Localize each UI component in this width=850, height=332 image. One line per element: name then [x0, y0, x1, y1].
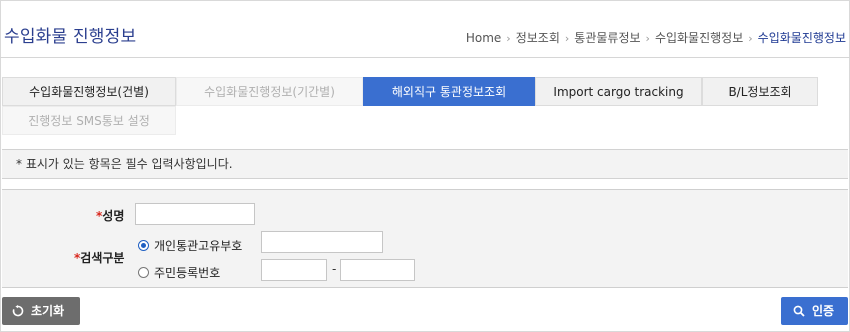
chevron-right-icon: › [748, 32, 753, 45]
tab-import-cargo-by-period[interactable]: 수입화물진행정보(기간별) [176, 77, 363, 106]
breadcrumb: Home › 정보조회 › 통관물류정보 › 수입화물진행정보 › 수입화물진행정보 [466, 29, 846, 46]
name-label: *성명 [96, 209, 125, 223]
resident-number-back-input[interactable] [340, 259, 415, 281]
chevron-right-icon: › [564, 32, 570, 45]
breadcrumb-item[interactable]: 통관물류정보 [574, 31, 640, 45]
breadcrumb-item[interactable]: 수입화물진행정보 [655, 31, 743, 45]
chevron-right-icon: › [506, 32, 511, 45]
resident-number-front-input[interactable] [261, 259, 327, 281]
breadcrumb-item[interactable]: 정보조회 [516, 31, 560, 45]
search-type-label: *검색구분 [74, 251, 125, 265]
customs-code-input[interactable] [261, 231, 383, 253]
search-icon [793, 305, 805, 317]
required-notice: * 표시가 있는 항목은 필수 입력사항입니다. [2, 149, 848, 179]
resident-number-separator: - [332, 262, 337, 276]
radio-checked-icon[interactable] [138, 240, 149, 251]
radio-unchecked-icon[interactable] [138, 267, 149, 278]
auth-button[interactable]: 인증 [781, 297, 848, 325]
tab-import-cargo-tracking[interactable]: Import cargo tracking [535, 77, 702, 106]
tab-import-cargo-by-item[interactable]: 수입화물진행정보(건별) [2, 77, 176, 106]
breadcrumb-current: 수입화물진행정보 [757, 31, 846, 45]
radio-resident-number[interactable]: 주민등록번호 [138, 264, 220, 281]
title-divider [0, 57, 850, 58]
tab-bl-info[interactable]: B/L정보조회 [702, 77, 818, 106]
name-input[interactable] [135, 203, 255, 225]
breadcrumb-home[interactable]: Home [466, 31, 501, 45]
radio-customs-code[interactable]: 개인통관고유부호 [138, 237, 242, 254]
tab-overseas-direct-purchase[interactable]: 해외직구 통관정보조회 [363, 77, 535, 106]
tab-sms-notification[interactable]: 진행정보 SMS통보 설정 [2, 106, 176, 135]
search-form: *성명 *검색구분 개인통관고유부호 주민등록번호 - [2, 189, 848, 288]
reset-button[interactable]: 초기화 [2, 297, 80, 325]
chevron-right-icon: › [645, 32, 650, 45]
page-title: 수입화물 진행정보 [4, 27, 137, 47]
refresh-icon [12, 305, 24, 317]
